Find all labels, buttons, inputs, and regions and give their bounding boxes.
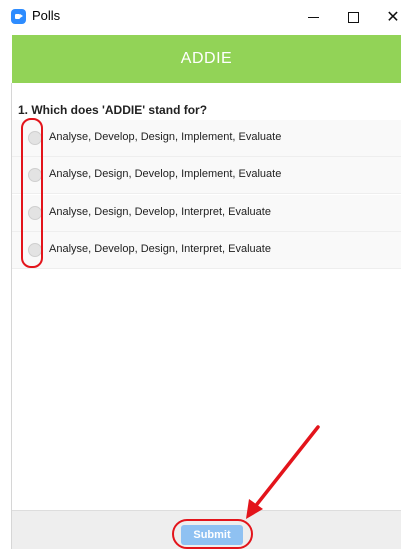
option-label: Analyse, Develop, Design, Implement, Eva… [49, 131, 282, 143]
option-label: Analyse, Design, Develop, Interpret, Eva… [49, 206, 271, 218]
close-icon: ✕ [386, 7, 400, 26]
poll-option[interactable]: Analyse, Develop, Design, Implement, Eva… [12, 120, 401, 157]
poll-content: 1. Which does 'ADDIE' stand for? Analyse… [12, 83, 401, 510]
window-title: Polls [32, 8, 61, 23]
submit-highlight-annotation [172, 519, 253, 549]
polls-window: Polls ✕ ADDIE 1. Which does 'ADDIE' stan… [0, 0, 401, 549]
maximize-icon [347, 11, 359, 23]
option-label: Analyse, Develop, Design, Interpret, Eva… [49, 243, 271, 255]
close-button[interactable]: ✕ [371, 0, 401, 34]
title-bar[interactable]: Polls ✕ [0, 0, 401, 34]
maximize-button[interactable] [331, 0, 375, 34]
option-label: Analyse, Design, Develop, Implement, Eva… [49, 168, 282, 180]
poll-option[interactable]: Analyse, Design, Develop, Implement, Eva… [12, 157, 401, 194]
radio-highlight-annotation [21, 118, 43, 268]
poll-question: 1. Which does 'ADDIE' stand for? [18, 103, 208, 117]
poll-title: ADDIE [180, 50, 233, 67]
zoom-app-icon [11, 9, 26, 24]
poll-option[interactable]: Analyse, Design, Develop, Interpret, Eva… [12, 195, 401, 232]
poll-header: ADDIE [12, 35, 401, 83]
minimize-button[interactable] [291, 0, 335, 34]
minimize-icon [307, 16, 319, 18]
poll-option[interactable]: Analyse, Develop, Design, Interpret, Eva… [12, 232, 401, 269]
